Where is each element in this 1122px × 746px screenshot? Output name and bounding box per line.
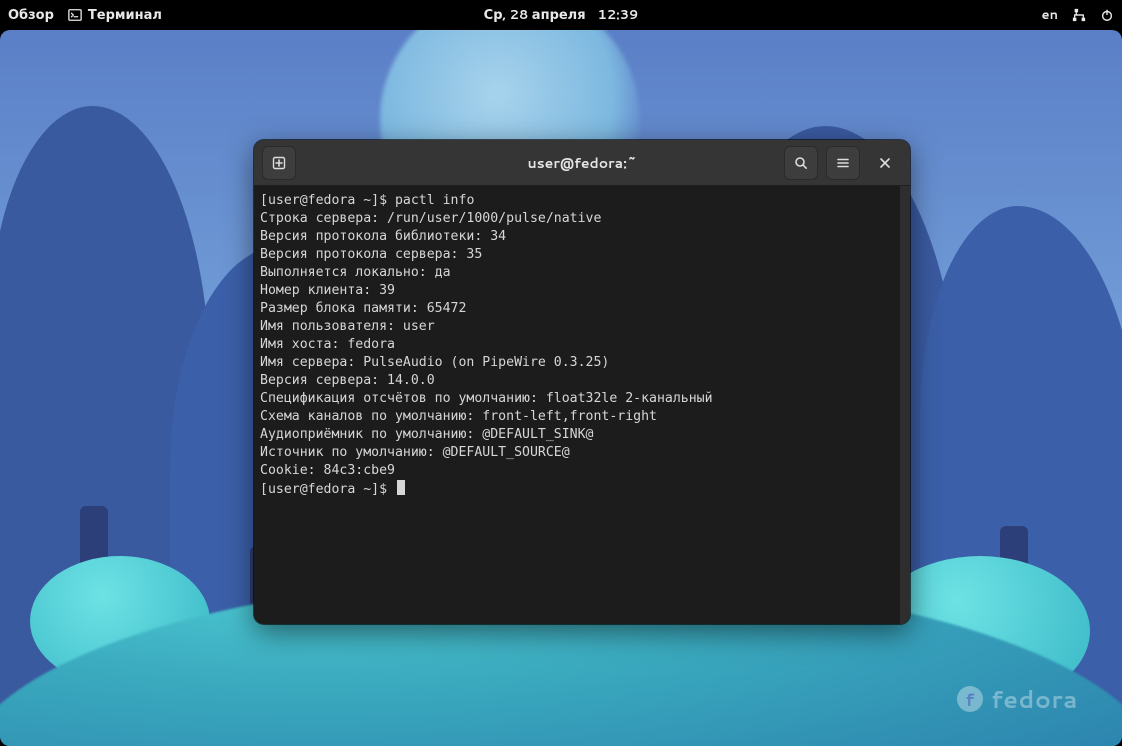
terminal-output-line: Имя сервера: PulseAudio (on PipeWire 0.3… — [260, 355, 609, 370]
fedora-logo-text: fedora — [991, 682, 1078, 716]
terminal-output-line: Имя хоста: fedora — [260, 337, 395, 352]
terminal-output-line: Строка сервера: /run/user/1000/pulse/nat… — [260, 211, 601, 226]
terminal-icon — [68, 8, 82, 22]
power-menu[interactable] — [1100, 8, 1114, 22]
time-label: 12:39 — [598, 6, 639, 24]
terminal-output-line: Размер блока памяти: 65472 — [260, 301, 466, 316]
network-indicator[interactable] — [1072, 8, 1086, 22]
search-button[interactable] — [784, 146, 818, 180]
terminal-output-line: Номер клиента: 39 — [260, 283, 395, 298]
activities-label: Обзор — [8, 6, 54, 24]
shell-prompt: [user@fedora ~]$ — [260, 482, 395, 497]
window-titlebar[interactable]: user@fedora:~ — [254, 140, 910, 186]
hamburger-menu-button[interactable] — [826, 146, 860, 180]
date-label: Ср, 28 апреля — [484, 6, 586, 24]
clock-button[interactable]: Ср, 28 апреля 12:39 — [484, 6, 639, 24]
gnome-top-bar: Обзор Терминал Ср, 28 апреля 12:39 en — [0, 0, 1122, 30]
new-tab-button[interactable] — [262, 146, 296, 180]
terminal-cursor — [397, 480, 405, 495]
activities-button[interactable]: Обзор — [8, 6, 54, 24]
shell-prompt: [user@fedora ~]$ — [260, 193, 395, 208]
terminal-viewport[interactable]: [user@fedora ~]$ pactl info Строка серве… — [254, 186, 910, 624]
terminal-output-line: Схема каналов по умолчанию: front-left,f… — [260, 409, 657, 424]
shell-command: pactl info — [395, 193, 474, 208]
terminal-scrollbar[interactable] — [900, 186, 910, 624]
terminal-output-line: Cookie: 84c3:cbe9 — [260, 463, 395, 478]
terminal-output-line: Аудиоприёмник по умолчанию: @DEFAULT_SIN… — [260, 427, 593, 442]
terminal-output-line: Версия протокола сервера: 35 — [260, 247, 482, 262]
terminal-window: user@fedora:~ [user@fedora ~]$ pactl inf… — [254, 140, 910, 624]
terminal-output-line: Выполняется локально: да — [260, 265, 451, 280]
terminal-output-line: Версия протокола библиотеки: 34 — [260, 229, 506, 244]
terminal-output-line: Спецификация отсчётов по умолчанию: floa… — [260, 391, 713, 406]
terminal-output-line: Имя пользователя: user — [260, 319, 435, 334]
fedora-logo-icon: f — [957, 686, 983, 712]
wired-network-icon — [1072, 8, 1086, 22]
terminal-output-line: Источник по умолчанию: @DEFAULT_SOURCE@ — [260, 445, 570, 460]
current-app-indicator[interactable]: Терминал — [68, 6, 162, 24]
power-icon — [1100, 8, 1114, 22]
close-window-button[interactable] — [868, 146, 902, 180]
keyboard-layout-label: en — [1042, 6, 1058, 24]
terminal-output-line: Версия сервера: 14.0.0 — [260, 373, 435, 388]
current-app-label: Терминал — [88, 6, 162, 24]
fedora-watermark: f fedora — [957, 682, 1078, 716]
keyboard-layout-indicator[interactable]: en — [1042, 6, 1058, 24]
